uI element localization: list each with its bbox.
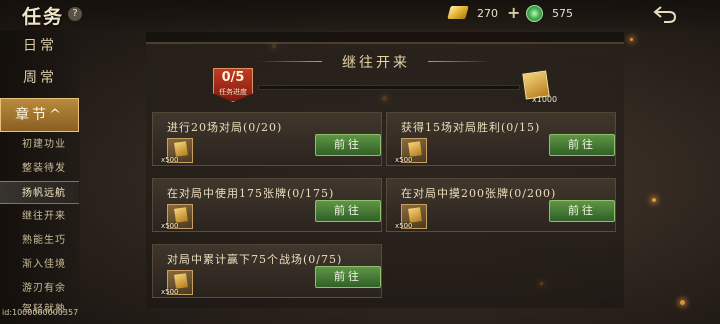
title-divider-right bbox=[428, 61, 492, 62]
reward-card-art bbox=[174, 207, 188, 223]
progress-bar bbox=[258, 85, 520, 90]
task-title: 在对局中摸200张牌(0/200) bbox=[401, 187, 557, 200]
reward-card-art bbox=[408, 141, 422, 157]
task-card: 获得15场对局胜利(0/15) x500 前往 bbox=[386, 112, 616, 166]
task-reward-value: x500 bbox=[395, 156, 413, 164]
task-reward-value: x500 bbox=[161, 156, 179, 164]
sidebar-item-daily[interactable]: 日常 bbox=[0, 30, 80, 62]
task-title: 获得15场对局胜利(0/15) bbox=[401, 121, 541, 134]
section-title: 继往开来 bbox=[342, 55, 410, 71]
task-reward-value: x500 bbox=[161, 288, 179, 296]
plus-icon[interactable]: + bbox=[507, 3, 520, 22]
task-title: 进行20场对局(0/20) bbox=[167, 121, 283, 134]
task-card: 在对局中摸200张牌(0/200) x500 前往 bbox=[386, 178, 616, 232]
gold-ingot-icon bbox=[447, 6, 469, 19]
go-button[interactable]: 前往 bbox=[315, 134, 381, 156]
big-reward-value: x1000 bbox=[532, 95, 558, 104]
reward-card-art bbox=[408, 207, 422, 223]
chevron-up-icon: ^ bbox=[49, 107, 64, 123]
go-button[interactable]: 前往 bbox=[549, 134, 615, 156]
progress-label: 任务进度 bbox=[219, 88, 247, 96]
jade-icon bbox=[526, 5, 543, 22]
panel-top-strip bbox=[146, 32, 624, 42]
sidebar-sub-item[interactable]: 初建功业 bbox=[0, 133, 79, 156]
task-reward-value: x500 bbox=[161, 222, 179, 230]
go-button[interactable]: 前往 bbox=[549, 200, 615, 222]
sidebar-sub-item[interactable]: 熟能生巧 bbox=[0, 229, 79, 252]
top-bar bbox=[0, 0, 720, 30]
page-title: 任务 bbox=[22, 6, 65, 28]
go-button[interactable]: 前往 bbox=[315, 200, 381, 222]
task-card: 在对局中使用175张牌(0/175) x500 前往 bbox=[152, 178, 382, 232]
sidebar-sub-item-selected[interactable]: 扬帆远航 bbox=[0, 181, 79, 204]
sidebar-sub-item[interactable]: 整装待发 bbox=[0, 157, 79, 180]
ember-particle bbox=[680, 300, 685, 305]
go-button[interactable]: 前往 bbox=[315, 266, 381, 288]
sidebar-sub-item[interactable]: 游刃有余 bbox=[0, 277, 79, 300]
sidebar-item-chapter-label: 章节 bbox=[15, 107, 50, 123]
back-arrow-icon[interactable] bbox=[652, 4, 678, 24]
task-reward-value: x500 bbox=[395, 222, 413, 230]
jade-value: 575 bbox=[552, 7, 573, 20]
user-id: id:1000000000357 bbox=[2, 308, 79, 317]
sidebar-sub-item[interactable]: 继往开来 bbox=[0, 205, 79, 228]
task-card: 对局中累计赢下75个战场(0/75) x500 前往 bbox=[152, 244, 382, 298]
reward-card-art bbox=[174, 273, 188, 289]
ember-particle bbox=[630, 38, 633, 41]
sidebar-item-weekly[interactable]: 周常 bbox=[0, 62, 80, 94]
task-title: 对局中累计赢下75个战场(0/75) bbox=[167, 253, 343, 266]
ember-particle bbox=[652, 198, 656, 202]
progress-count: 0/5 bbox=[221, 70, 245, 85]
sidebar-sub-item[interactable]: 渐入佳境 bbox=[0, 253, 79, 276]
sidebar-item-chapter[interactable]: 章节^ bbox=[0, 98, 79, 132]
task-card: 进行20场对局(0/20) x500 前往 bbox=[152, 112, 382, 166]
reward-card-art bbox=[174, 141, 188, 157]
gold-value: 270 bbox=[477, 7, 498, 20]
task-title: 在对局中使用175张牌(0/175) bbox=[167, 187, 335, 200]
help-icon[interactable]: ? bbox=[68, 7, 82, 21]
